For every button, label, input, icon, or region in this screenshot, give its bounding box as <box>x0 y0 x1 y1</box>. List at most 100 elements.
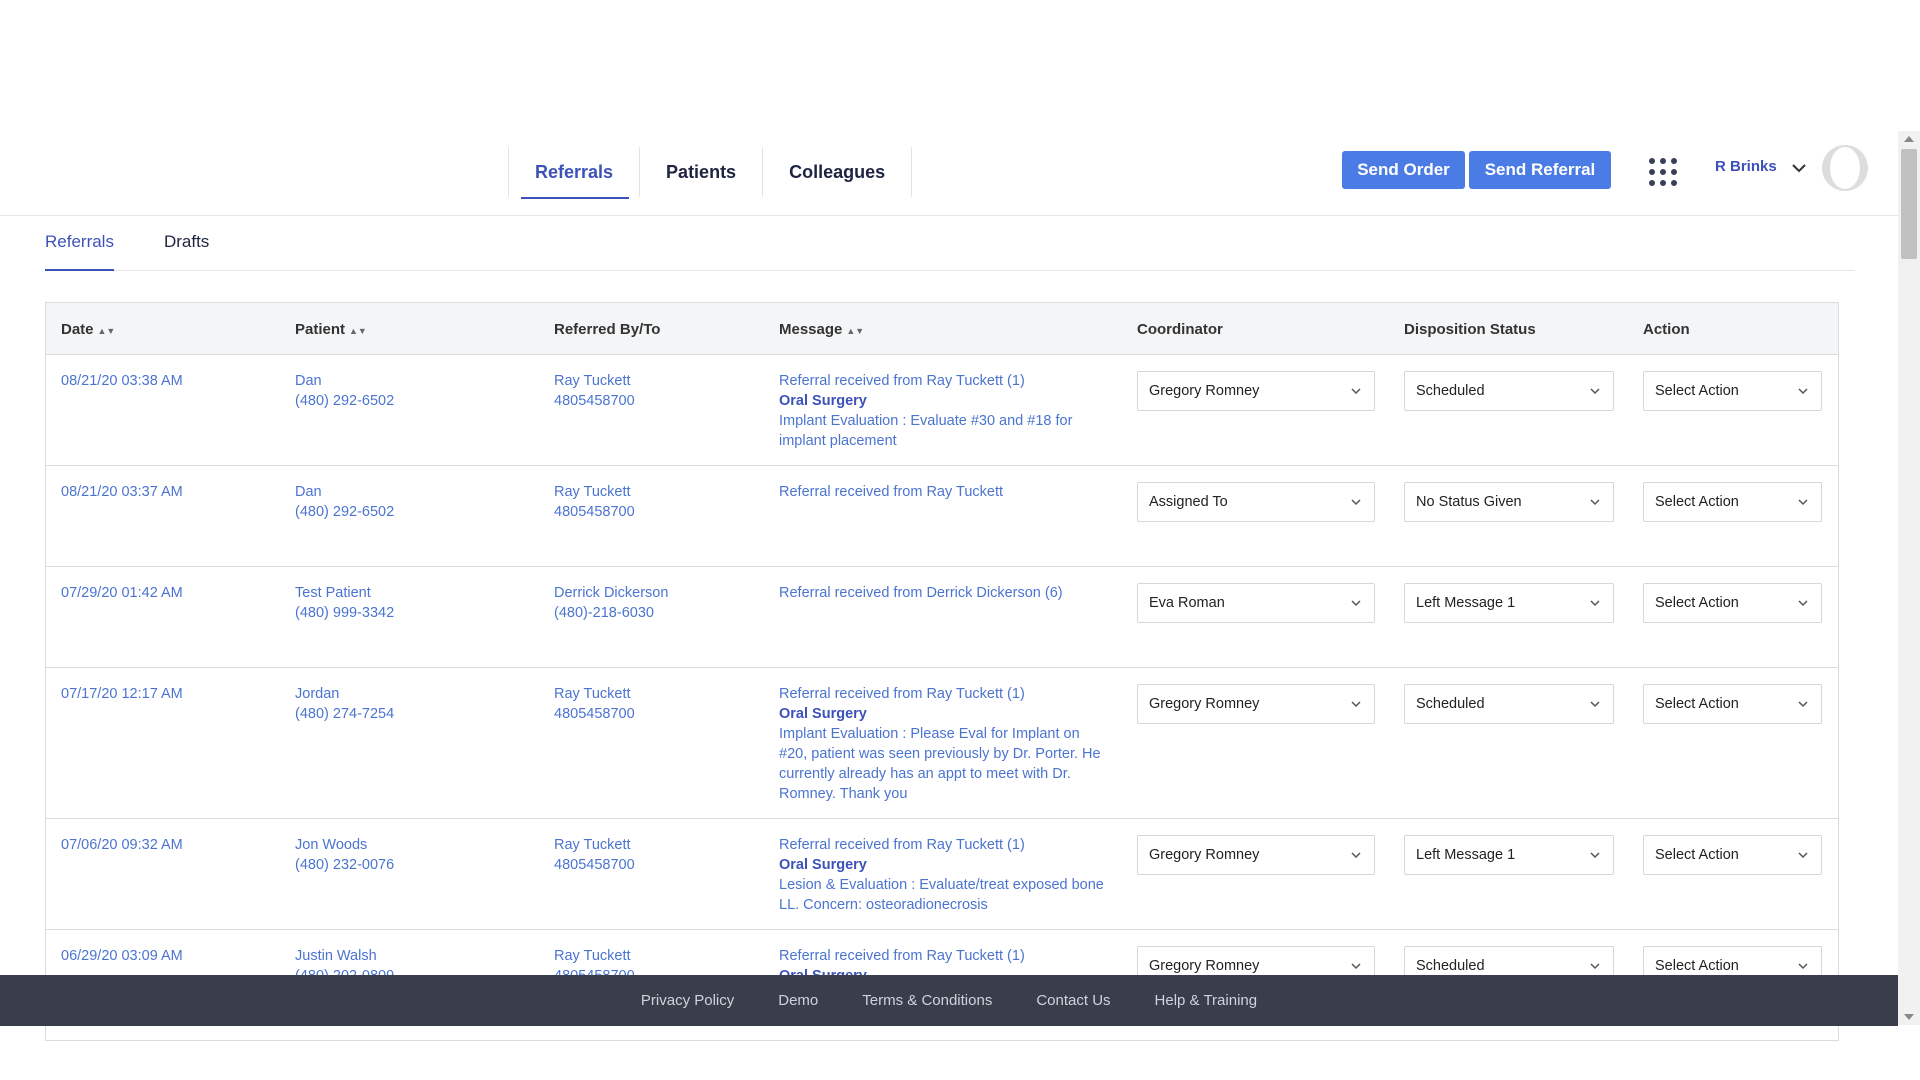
coordinator-select[interactable]: Gregory Romney <box>1137 684 1375 724</box>
chevron-down-icon <box>1798 388 1808 395</box>
row-date[interactable]: 07/29/20 01:42 AM <box>61 583 183 603</box>
footer-link-privacy-policy[interactable]: Privacy Policy <box>641 992 734 1009</box>
row-message[interactable]: Referral received from Ray Tuckett (1) Or… <box>779 835 1109 915</box>
column-header-patient[interactable]: Patient ▲▼ <box>295 321 367 338</box>
row-date[interactable]: 07/06/20 09:32 AM <box>61 835 183 855</box>
column-header-date[interactable]: Date ▲▼ <box>61 321 115 338</box>
message-specialty: Oral Surgery <box>779 706 867 722</box>
row-patient[interactable]: Jon Woods (480) 232-0076 <box>295 835 394 875</box>
message-line[interactable]: Referral received from Ray Tuckett <box>779 482 1109 502</box>
row-message[interactable]: Referral received from Ray Tuckett <box>779 482 1109 502</box>
action-select[interactable]: Select Action <box>1643 482 1822 522</box>
referrer-name[interactable]: Derrick Dickerson <box>554 583 668 603</box>
patient-name[interactable]: Dan <box>295 371 394 391</box>
coordinator-select[interactable]: Gregory Romney <box>1137 371 1375 411</box>
footer-link-demo[interactable]: Demo <box>778 992 818 1009</box>
row-referred[interactable]: Ray Tuckett4805458700 <box>554 482 635 522</box>
nav-tab-referrals[interactable]: Referrals <box>508 147 639 199</box>
referrer-phone[interactable]: 4805458700 <box>554 391 635 411</box>
chevron-down-icon[interactable] <box>1790 159 1808 177</box>
action-select[interactable]: Select Action <box>1643 583 1822 623</box>
scroll-up-arrow-icon[interactable] <box>1904 136 1914 142</box>
row-message[interactable]: Referral received from Derrick Dickerson… <box>779 583 1109 603</box>
avatar[interactable] <box>1822 145 1868 191</box>
patient-name[interactable]: Jordan <box>295 684 394 704</box>
row-patient[interactable]: Dan (480) 292-6502 <box>295 482 394 522</box>
patient-phone[interactable]: (480) 232-0076 <box>295 855 394 875</box>
chevron-down-icon <box>1351 701 1361 708</box>
row-date[interactable]: 07/17/20 12:17 AM <box>61 684 183 704</box>
main-nav-tabs: Referrals Patients Colleagues <box>508 147 913 199</box>
message-line[interactable]: Referral received from Derrick Dickerson… <box>779 583 1109 603</box>
coordinator-select[interactable]: Gregory Romney <box>1137 835 1375 875</box>
referrer-phone[interactable]: 4805458700 <box>554 855 635 875</box>
referrer-name[interactable]: Ray Tuckett <box>554 835 635 855</box>
row-referred[interactable]: Ray Tuckett4805458700 <box>554 371 635 411</box>
message-line[interactable]: Referral received from Ray Tuckett (1) <box>779 371 1109 391</box>
disposition-status-select[interactable]: Scheduled <box>1404 371 1614 411</box>
subtab-referrals[interactable]: Referrals <box>45 222 114 271</box>
disposition-status-select[interactable]: Left Message 1 <box>1404 583 1614 623</box>
chevron-down-icon <box>1590 963 1600 970</box>
user-name[interactable]: R Brinks <box>1715 158 1777 175</box>
table-row[interactable]: 07/17/20 12:17 AM Jordan (480) 274-7254 R… <box>46 668 1838 819</box>
patient-name[interactable]: Dan <box>295 482 394 502</box>
message-detail: Lesion & Evaluation : Evaluate/treat exp… <box>779 877 1104 913</box>
message-line[interactable]: Referral received from Ray Tuckett (1) <box>779 684 1109 704</box>
action-select[interactable]: Select Action <box>1643 835 1822 875</box>
patient-name[interactable]: Jon Woods <box>295 835 394 855</box>
referrer-phone[interactable]: (480)-218-6030 <box>554 603 668 623</box>
nav-tab-colleagues[interactable]: Colleagues <box>762 147 913 197</box>
footer-link-contact-us[interactable]: Contact Us <box>1036 992 1110 1009</box>
referrer-name[interactable]: Ray Tuckett <box>554 946 635 966</box>
row-referred[interactable]: Ray Tuckett4805458700 <box>554 684 635 724</box>
referrer-phone[interactable]: 4805458700 <box>554 502 635 522</box>
table-row[interactable]: 08/21/20 03:37 AM Dan (480) 292-6502 Ray … <box>46 466 1838 567</box>
coordinator-select[interactable]: Eva Roman <box>1137 583 1375 623</box>
patient-phone[interactable]: (480) 999-3342 <box>295 603 394 623</box>
disposition-status-select[interactable]: Left Message 1 <box>1404 835 1614 875</box>
row-patient[interactable]: Jordan (480) 274-7254 <box>295 684 394 724</box>
row-message[interactable]: Referral received from Ray Tuckett (1) Or… <box>779 371 1109 451</box>
send-referral-button[interactable]: Send Referral <box>1469 151 1611 189</box>
row-message[interactable]: Referral received from Ray Tuckett (1) Or… <box>779 684 1109 804</box>
patient-name[interactable]: Test Patient <box>295 583 394 603</box>
row-referred[interactable]: Derrick Dickerson (480)-218-6030 <box>554 583 668 623</box>
patient-name[interactable]: Justin Walsh <box>295 946 394 966</box>
referrer-name[interactable]: Ray Tuckett <box>554 371 635 391</box>
referrer-name[interactable]: Ray Tuckett <box>554 684 635 704</box>
row-date[interactable]: 08/21/20 03:38 AM <box>61 371 183 391</box>
nav-tab-patients[interactable]: Patients <box>639 147 762 197</box>
patient-phone[interactable]: (480) 292-6502 <box>295 391 394 411</box>
sort-icon: ▲▼ <box>349 326 367 336</box>
referrer-phone[interactable]: 4805458700 <box>554 704 635 724</box>
message-line[interactable]: Referral received from Ray Tuckett (1) <box>779 835 1109 855</box>
row-referred[interactable]: Ray Tuckett4805458700 <box>554 835 635 875</box>
referrer-name[interactable]: Ray Tuckett <box>554 482 635 502</box>
coordinator-select[interactable]: Assigned To <box>1137 482 1375 522</box>
table-row[interactable]: 07/29/20 01:42 AM Test Patient (480) 999-… <box>46 567 1838 668</box>
row-patient[interactable]: Dan (480) 292-6502 <box>295 371 394 411</box>
action-select[interactable]: Select Action <box>1643 371 1822 411</box>
message-line[interactable]: Referral received from Ray Tuckett (1) <box>779 946 1109 966</box>
column-header-disposition: Disposition Status <box>1404 321 1536 338</box>
action-select[interactable]: Select Action <box>1643 684 1822 724</box>
apps-grid-icon[interactable] <box>1649 158 1677 186</box>
scrollbar-thumb[interactable] <box>1901 149 1917 259</box>
patient-phone[interactable]: (480) 274-7254 <box>295 704 394 724</box>
row-patient[interactable]: Test Patient (480) 999-3342 <box>295 583 394 623</box>
scroll-down-arrow-icon[interactable] <box>1904 1014 1914 1020</box>
row-date[interactable]: 06/29/20 03:09 AM <box>61 946 183 966</box>
footer-link-terms[interactable]: Terms & Conditions <box>862 992 992 1009</box>
patient-phone[interactable]: (480) 292-6502 <box>295 502 394 522</box>
subtab-drafts[interactable]: Drafts <box>164 222 209 270</box>
column-header-message[interactable]: Message ▲▼ <box>779 321 864 338</box>
row-date[interactable]: 08/21/20 03:37 AM <box>61 482 183 502</box>
footer-link-help-training[interactable]: Help & Training <box>1155 992 1258 1009</box>
table-row[interactable]: 07/06/20 09:32 AM Jon Woods (480) 232-007… <box>46 819 1838 930</box>
send-order-button[interactable]: Send Order <box>1342 151 1465 189</box>
table-row[interactable]: 08/21/20 03:38 AM Dan (480) 292-6502 Ray … <box>46 355 1838 466</box>
disposition-status-select[interactable]: Scheduled <box>1404 684 1614 724</box>
page-scrollbar[interactable] <box>1898 131 1920 1025</box>
disposition-status-select[interactable]: No Status Given <box>1404 482 1614 522</box>
